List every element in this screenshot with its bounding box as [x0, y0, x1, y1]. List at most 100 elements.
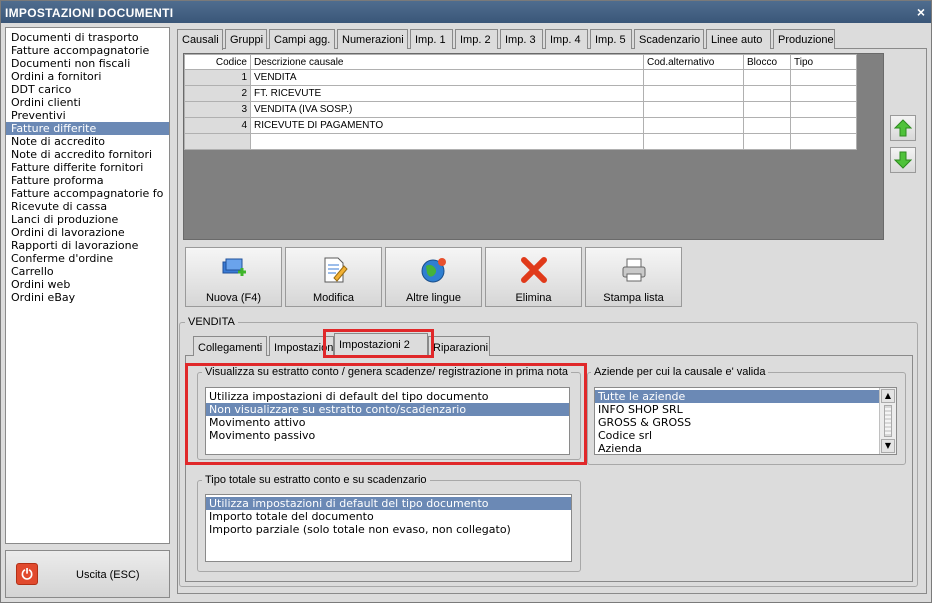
sidebar-item[interactable]: Preventivi	[6, 109, 169, 122]
table-cell[interactable]: RICEVUTE DI PAGAMENTO	[250, 117, 644, 134]
tab-produzione[interactable]: Produzione	[773, 29, 835, 49]
header-blocco[interactable]: Blocco	[743, 54, 791, 70]
sidebar-item[interactable]: Ordini a fornitori	[6, 70, 169, 83]
sidebar-item[interactable]: Documenti di trasporto	[6, 31, 169, 44]
aziende-listbox[interactable]: Tutte le aziende INFO SHOP SRL GROSS & GRO…	[594, 387, 897, 455]
list-item[interactable]: Tutte le aziende	[595, 390, 879, 403]
table-cell[interactable]: VENDITA	[250, 69, 644, 86]
table-row[interactable]: 3 VENDITA (IVA SOSP.)	[184, 101, 857, 118]
sidebar-item[interactable]: Note di accredito fornitori	[6, 148, 169, 161]
tab-imp-1[interactable]: Imp. 1	[410, 29, 453, 49]
sidebar-item[interactable]: Rapporti di lavorazione	[6, 239, 169, 252]
table-cell[interactable]: VENDITA (IVA SOSP.)	[250, 101, 644, 118]
table-cell[interactable]	[790, 101, 857, 118]
table-cell[interactable]	[743, 101, 791, 118]
table-cell[interactable]	[743, 133, 791, 150]
table-row[interactable]: 2 FT. RICEVUTE	[184, 85, 857, 102]
subtab-riparazioni[interactable]: Riparazioni	[428, 336, 490, 356]
delete-button[interactable]: Elimina	[485, 247, 582, 307]
close-icon[interactable]: ×	[917, 4, 925, 20]
sidebar-item[interactable]: Fatture differite fornitori	[6, 161, 169, 174]
table-cell[interactable]	[790, 133, 857, 150]
table-cell[interactable]: FT. RICEVUTE	[250, 85, 644, 102]
new-button[interactable]: Nuova (F4)	[185, 247, 282, 307]
table-row[interactable]	[184, 133, 857, 150]
table-cell[interactable]	[643, 85, 744, 102]
table-cell[interactable]: 4	[184, 117, 251, 134]
tab-imp-4[interactable]: Imp. 4	[545, 29, 588, 49]
table-cell[interactable]	[743, 85, 791, 102]
list-item[interactable]: Importo parziale (solo totale non evaso,…	[206, 523, 571, 536]
globe-icon	[421, 258, 446, 283]
table-cell[interactable]: 3	[184, 101, 251, 118]
tab-imp-5[interactable]: Imp. 5	[590, 29, 632, 49]
sidebar-item[interactable]: Conferme d'ordine	[6, 252, 169, 265]
sidebar-item[interactable]: Lanci di produzione	[6, 213, 169, 226]
print-list-button[interactable]: Stampa lista	[585, 247, 682, 307]
header-tipo[interactable]: Tipo	[790, 54, 857, 70]
list-item[interactable]: INFO SHOP SRL	[595, 403, 879, 416]
totale-listbox[interactable]: Utilizza impostazioni di default del tip…	[205, 494, 572, 562]
table-cell[interactable]	[643, 101, 744, 118]
list-item[interactable]: Importo totale del documento	[206, 510, 571, 523]
sidebar-item[interactable]: Ordini eBay	[6, 291, 169, 304]
table-cell[interactable]	[184, 133, 251, 150]
tab-campi-agg-[interactable]: Campi agg.	[269, 29, 335, 49]
sidebar-item[interactable]: Fatture differite	[6, 122, 169, 135]
list-item[interactable]: Utilizza impostazioni di default del tip…	[206, 497, 571, 510]
causali-grid: Codice Descrizione causale Cod.alternati…	[184, 54, 857, 150]
header-codice[interactable]: Codice	[184, 54, 251, 70]
subtab-collegamenti[interactable]: Collegamenti	[193, 336, 267, 356]
list-item[interactable]: Azienda	[595, 442, 879, 455]
header-descrizione[interactable]: Descrizione causale	[250, 54, 644, 70]
table-cell[interactable]	[790, 85, 857, 102]
table-cell[interactable]	[743, 69, 791, 86]
sidebar-item[interactable]: Fatture accompagnatorie	[6, 44, 169, 57]
tab-imp-3[interactable]: Imp. 3	[500, 29, 543, 49]
table-row[interactable]: 4 RICEVUTE DI PAGAMENTO	[184, 117, 857, 134]
sidebar-item[interactable]: Fatture proforma	[6, 174, 169, 187]
sidebar-item[interactable]: Ricevute di cassa	[6, 200, 169, 213]
tab-scadenzario[interactable]: Scadenzario	[634, 29, 704, 49]
sidebar-item[interactable]: Carrello	[6, 265, 169, 278]
table-row[interactable]: 1 VENDITA	[184, 69, 857, 86]
tab-causali[interactable]: Causali	[177, 29, 223, 50]
table-cell[interactable]	[790, 69, 857, 86]
header-cod-alternativo[interactable]: Cod.alternativo	[643, 54, 744, 70]
sidebar-item[interactable]: Ordini web	[6, 278, 169, 291]
other-languages-button[interactable]: Altre lingue	[385, 247, 482, 307]
new-button-label: Nuova (F4)	[205, 292, 262, 304]
table-cell[interactable]	[643, 117, 744, 134]
exit-button[interactable]: ⏻ Uscita (ESC)	[5, 550, 170, 598]
scroll-thumb[interactable]	[884, 405, 892, 437]
aziende-scrollbar[interactable]: ▲ ▼	[879, 388, 896, 454]
table-cell[interactable]: 1	[184, 69, 251, 86]
table-cell[interactable]	[643, 133, 744, 150]
sidebar-item[interactable]: Ordini di lavorazione	[6, 226, 169, 239]
print-list-label: Stampa lista	[603, 292, 664, 304]
sidebar-item[interactable]: Note di accredito	[6, 135, 169, 148]
tab-numerazioni[interactable]: Numerazioni	[337, 29, 408, 49]
list-item[interactable]: GROSS & GROSS	[595, 416, 879, 429]
move-up-button[interactable]	[890, 115, 916, 141]
scroll-up-icon[interactable]: ▲	[881, 389, 895, 403]
move-down-button[interactable]	[890, 147, 916, 173]
tab-linee-auto[interactable]: Linee auto	[706, 29, 771, 49]
table-cell[interactable]	[790, 117, 857, 134]
table-cell[interactable]	[250, 133, 644, 150]
document-type-list[interactable]: Documenti di trasporto Fatture accompagna…	[5, 27, 170, 544]
sidebar-item[interactable]: Documenti non fiscali	[6, 57, 169, 70]
sidebar-item[interactable]: Fatture accompagnatorie fo	[6, 187, 169, 200]
highlight-estratto	[185, 363, 587, 465]
scroll-down-icon[interactable]: ▼	[881, 439, 895, 453]
table-cell[interactable]	[743, 117, 791, 134]
exit-button-label: Uscita (ESC)	[76, 569, 140, 581]
table-cell[interactable]	[643, 69, 744, 86]
list-item[interactable]: Codice srl	[595, 429, 879, 442]
sidebar-item[interactable]: DDT carico	[6, 83, 169, 96]
edit-button[interactable]: Modifica	[285, 247, 382, 307]
tab-imp-2[interactable]: Imp. 2	[455, 29, 498, 49]
table-cell[interactable]: 2	[184, 85, 251, 102]
tab-gruppi[interactable]: Gruppi	[225, 29, 267, 49]
sidebar-item[interactable]: Ordini clienti	[6, 96, 169, 109]
